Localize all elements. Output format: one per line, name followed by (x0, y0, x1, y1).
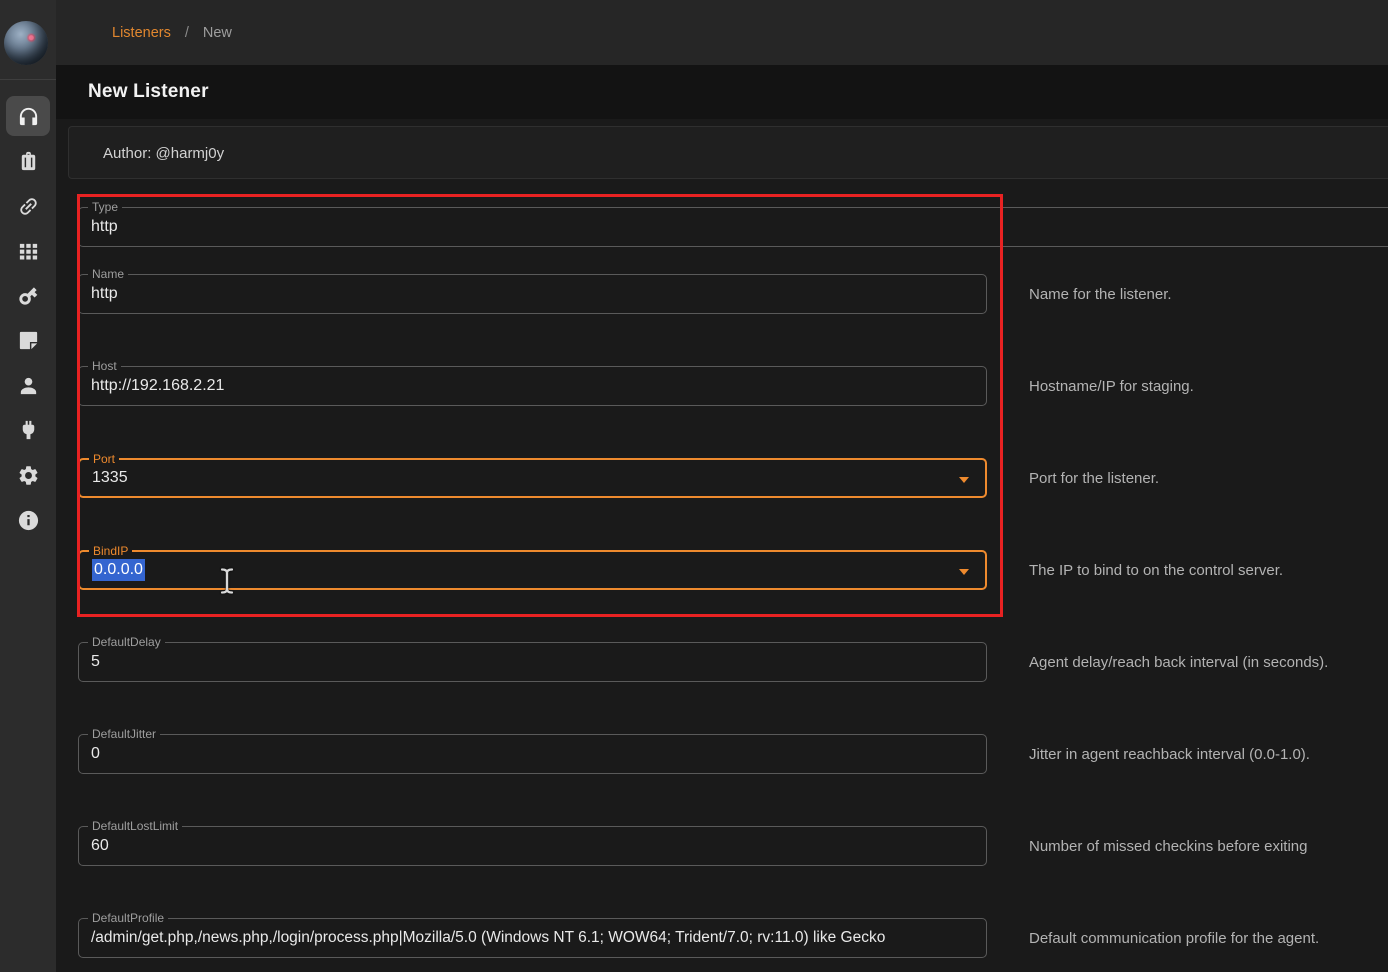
field-description: Port for the listener. (1029, 458, 1159, 498)
field-row-defaultdelay: DefaultDelay 5 Agent delay/reach back in… (78, 642, 987, 682)
field-row-type: Type http (78, 207, 1388, 247)
field-value: 60 (79, 827, 986, 865)
name-field[interactable]: Name http (78, 274, 987, 314)
field-row-name: Name http Name for the listener. (78, 274, 987, 314)
field-description: Default communication profile for the ag… (1029, 918, 1319, 958)
defaultjitter-field[interactable]: DefaultJitter 0 (78, 734, 987, 774)
field-description: Agent delay/reach back interval (in seco… (1029, 642, 1328, 682)
field-description: Number of missed checkins before exiting (1029, 826, 1307, 866)
type-field[interactable]: Type http (78, 207, 1388, 247)
sidebar (0, 0, 56, 972)
author-text: Author: @harmj0y (103, 127, 224, 180)
field-row-defaultlostlimit: DefaultLostLimit 60 Number of missed che… (78, 826, 987, 866)
breadcrumb-listeners-link[interactable]: Listeners (112, 25, 171, 41)
breadcrumb-current: New (203, 25, 232, 41)
key-icon (17, 284, 40, 307)
headphones-icon (17, 105, 40, 128)
field-value: 0 (79, 735, 986, 773)
host-field[interactable]: Host http://192.168.2.21 (78, 366, 987, 406)
sidebar-item-listeners[interactable] (6, 96, 50, 136)
page-title: New Listener (88, 65, 209, 119)
briefcase-icon (17, 150, 40, 173)
field-value: 5 (79, 643, 986, 681)
field-value: http (79, 208, 1388, 246)
field-row-defaultjitter: DefaultJitter 0 Jitter in agent reachbac… (78, 734, 987, 774)
field-value: 0.0.0.0 (80, 552, 985, 588)
selected-text: 0.0.0.0 (92, 559, 145, 581)
sidebar-item-credentials[interactable] (6, 275, 50, 315)
gear-icon (17, 464, 40, 487)
user-icon (17, 374, 40, 397)
chevron-down-icon[interactable] (959, 569, 969, 575)
field-value: http://192.168.2.21 (79, 367, 986, 405)
info-icon (17, 509, 40, 532)
field-row-defaultprofile: DefaultProfile /admin/get.php,/news.php,… (78, 918, 987, 958)
defaultlostlimit-field[interactable]: DefaultLostLimit 60 (78, 826, 987, 866)
plug-icon (17, 419, 40, 442)
field-value: http (79, 275, 986, 313)
field-description: Hostname/IP for staging. (1029, 366, 1194, 406)
chevron-down-icon[interactable] (959, 477, 969, 483)
sidebar-item-stagers[interactable] (6, 141, 50, 181)
breadcrumb: Listeners / New (112, 0, 232, 65)
sidebar-item-reporting[interactable] (6, 320, 50, 360)
field-row-host: Host http://192.168.2.21 Hostname/IP for… (78, 366, 987, 406)
link-icon (17, 195, 40, 218)
sidebar-divider (0, 79, 56, 80)
top-bar: Listeners / New (56, 0, 1388, 65)
starkiller-new-listener-page: { "breadcrumb": { "section": "Listeners"… (0, 0, 1388, 972)
starkiller-logo (4, 21, 48, 65)
note-icon (17, 329, 40, 352)
field-row-bindip: BindIP 0.0.0.0 The IP to bind to on the … (78, 550, 987, 590)
author-card: Author: @harmj0y (68, 126, 1388, 179)
sidebar-item-settings[interactable] (6, 455, 50, 495)
field-description: Jitter in agent reachback interval (0.0-… (1029, 734, 1310, 774)
port-select[interactable]: Port 1335 (78, 458, 987, 498)
sidebar-item-connections[interactable] (6, 186, 50, 226)
defaultdelay-field[interactable]: DefaultDelay 5 (78, 642, 987, 682)
defaultprofile-field[interactable]: DefaultProfile /admin/get.php,/news.php,… (78, 918, 987, 958)
field-row-port: Port 1335 Port for the listener. (78, 458, 987, 498)
bindip-select[interactable]: BindIP 0.0.0.0 (78, 550, 987, 590)
field-value: 1335 (80, 460, 985, 496)
sidebar-item-plugins[interactable] (6, 410, 50, 450)
sidebar-item-users[interactable] (6, 365, 50, 405)
modules-grid-icon (17, 240, 40, 263)
sidebar-item-modules[interactable] (6, 231, 50, 271)
field-value: /admin/get.php,/news.php,/login/process.… (79, 919, 986, 957)
breadcrumb-separator: / (185, 25, 189, 41)
field-description: The IP to bind to on the control server. (1029, 550, 1283, 590)
title-strip: New Listener (56, 65, 1388, 119)
field-description: Name for the listener. (1029, 274, 1172, 314)
sidebar-item-about[interactable] (6, 500, 50, 540)
